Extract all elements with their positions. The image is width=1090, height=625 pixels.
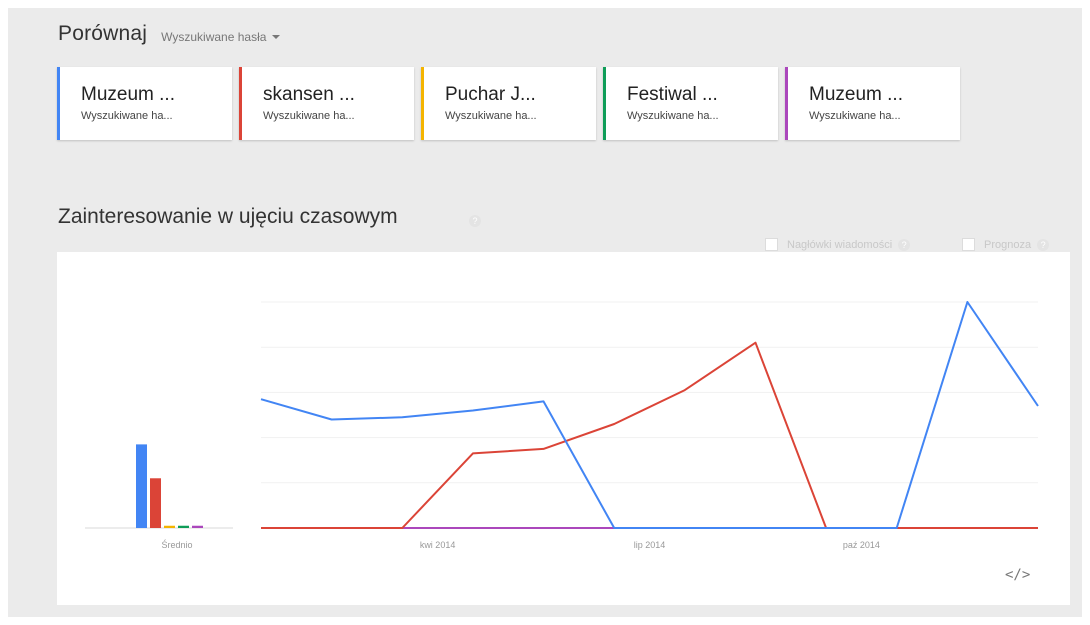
term-name: Muzeum ... [809,84,903,105]
term-name: Festiwal ... [627,84,718,105]
compare-header: Porównaj Wyszukiwane hasła [58,22,281,46]
term-card-3[interactable]: Puchar J... Wyszukiwane ha... [421,67,596,140]
x-tick-label: kwi 2014 [420,540,456,550]
interest-over-time-title: Zainteresowanie w ujęciu czasowym [58,205,398,228]
search-terms-row: Muzeum ... Wyszukiwane ha... skansen ...… [57,67,967,140]
series-line-1 [260,301,1039,529]
term-type: Wyszukiwane ha... [809,110,901,122]
news-headlines-option: Nagłówki wiadomości ? [765,238,911,251]
term-card-5[interactable]: Muzeum ... Wyszukiwane ha... [785,67,960,140]
term-type: Wyszukiwane ha... [81,110,173,122]
average-bar [178,525,189,528]
forecast-option: Prognoza ? [962,238,1050,251]
average-bar [164,525,175,528]
term-name: Puchar J... [445,84,536,105]
chart-card: Średnio kwi 2014 lip 2014 paź 2014 [57,252,1070,605]
compare-title: Porównaj [58,22,148,45]
x-tick-label: lip 2014 [634,540,666,550]
compare-type-label: Wyszukiwane hasła [161,29,267,44]
term-card-4[interactable]: Festiwal ... Wyszukiwane ha... [603,67,778,140]
average-bar [150,478,161,528]
help-icon[interactable]: ? [898,238,911,251]
x-tick-label: paź 2014 [843,540,880,550]
term-card-1[interactable]: Muzeum ... Wyszukiwane ha... [57,67,232,140]
term-type: Wyszukiwane ha... [445,110,537,122]
news-headlines-label: Nagłówki wiadomości [787,238,893,251]
caret-down-icon [272,35,281,39]
forecast-checkbox[interactable] [962,238,975,251]
compare-type-dropdown[interactable]: Wyszukiwane hasła [161,29,281,44]
term-type: Wyszukiwane ha... [263,110,355,122]
code-embed-icon[interactable]: </> [1005,567,1030,583]
news-headlines-checkbox[interactable] [765,238,778,251]
series-line-2 [261,341,1038,529]
term-type: Wyszukiwane ha... [627,110,719,122]
term-name: Muzeum ... [81,84,175,105]
help-icon[interactable]: ? [469,215,481,227]
interest-chart: Średnio kwi 2014 lip 2014 paź 2014 [85,301,1039,550]
average-bar [192,525,203,528]
help-icon[interactable]: ? [1037,238,1050,251]
average-bar [136,444,147,528]
term-card-2[interactable]: skansen ... Wyszukiwane ha... [239,67,414,140]
average-label: Średnio [161,539,192,550]
term-name: skansen ... [263,84,355,105]
forecast-label: Prognoza [984,238,1032,251]
